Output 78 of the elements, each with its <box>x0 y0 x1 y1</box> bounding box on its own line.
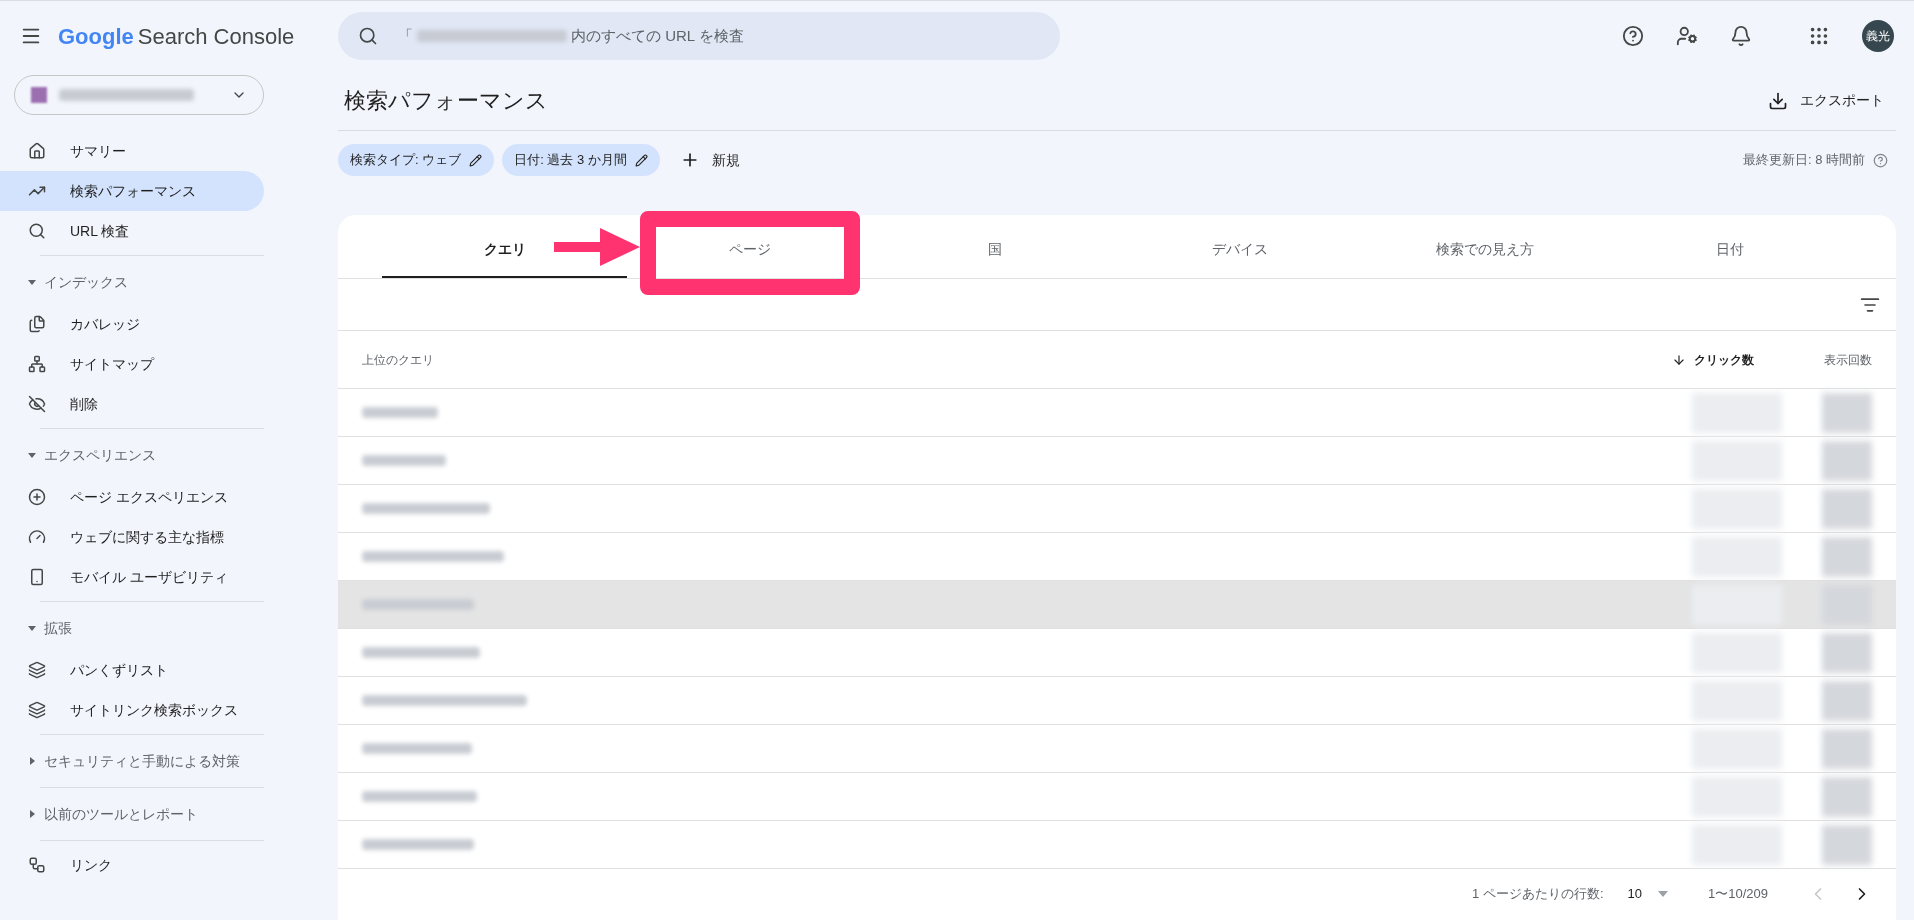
site-favicon <box>31 87 47 103</box>
page-title: 検索パフォーマンス <box>344 87 548 115</box>
nav-icon <box>28 355 46 373</box>
export-button[interactable]: エクスポート <box>1760 90 1892 111</box>
caret-icon <box>28 451 36 459</box>
app-title: Search Console <box>137 22 295 51</box>
filter-chip[interactable]: 検索タイプ: ウェブ <box>338 144 495 176</box>
redacted-value <box>1822 536 1872 577</box>
column-header[interactable]: クリック数 <box>1672 350 1802 369</box>
section-header[interactable]: 以前のツールとレポート <box>0 792 264 836</box>
caret-icon <box>1658 891 1668 897</box>
nav-item[interactable]: モバイル ユーザビリティ <box>0 557 264 597</box>
nav-item[interactable]: ウェブに関する主な指標 <box>0 517 264 557</box>
rows-per-page-select[interactable]: 10 <box>1627 884 1668 904</box>
google-logo-text: Google <box>58 22 134 51</box>
search-prefix: 「 <box>398 25 413 46</box>
apps-icon[interactable] <box>1808 25 1830 47</box>
search-icon <box>358 26 378 46</box>
nav-item[interactable]: ページ エクスペリエンス <box>0 477 264 517</box>
notifications-icon[interactable] <box>1730 25 1752 47</box>
tab[interactable]: デバイス <box>1194 229 1285 269</box>
nav-item[interactable]: サマリー <box>0 131 264 171</box>
table-row[interactable] <box>338 581 1896 629</box>
tab[interactable]: 日付 <box>1684 229 1775 269</box>
new-filter-button[interactable]: 新規 <box>667 149 752 171</box>
section-header[interactable]: 拡張 <box>0 606 264 650</box>
redacted-value <box>1822 824 1872 865</box>
user-settings-icon[interactable] <box>1676 25 1698 47</box>
help-icon[interactable] <box>1622 25 1644 47</box>
redacted-value <box>1822 392 1872 433</box>
search-field[interactable]: 「 内のすべての URL を検査 <box>338 12 1060 60</box>
tab[interactable]: 検索での見え方 <box>1427 229 1542 269</box>
rows-per-page-label: 1 ページあたりの行数: <box>1472 885 1604 904</box>
page-range: 1〜10/209 <box>1708 885 1768 904</box>
nav-icon <box>28 661 46 679</box>
nav-item[interactable]: サイトマップ <box>0 344 264 384</box>
nav-item[interactable]: リンク <box>0 845 264 885</box>
nav-icon <box>28 856 46 874</box>
avatar[interactable]: 義光 <box>1862 20 1894 52</box>
tab[interactable]: クエリ <box>459 229 550 269</box>
redacted-value <box>1822 488 1872 529</box>
sort-arrow-icon <box>1672 352 1686 367</box>
nav-icon <box>28 142 46 160</box>
nav-icon <box>28 315 46 333</box>
nav-item[interactable]: 検索パフォーマンス <box>0 171 264 211</box>
edit-icon <box>469 153 483 167</box>
search-placeholder: 内のすべての URL を検査 <box>571 25 744 46</box>
caret-icon <box>28 757 36 765</box>
tab[interactable]: 国 <box>949 229 1040 269</box>
column-header[interactable]: 表示回数 <box>1802 350 1872 369</box>
redacted-value <box>1822 440 1872 481</box>
nav-icon <box>28 568 46 586</box>
section-header[interactable]: インデックス <box>0 260 264 304</box>
redacted-value <box>1822 680 1872 721</box>
nav-icon <box>28 701 46 719</box>
nav-item[interactable]: 削除 <box>0 384 264 424</box>
nav-item[interactable]: カバレッジ <box>0 304 264 344</box>
column-header[interactable]: 上位のクエリ <box>362 350 1672 369</box>
section-header[interactable]: エクスペリエンス <box>0 433 264 477</box>
nav-icon <box>28 488 46 506</box>
filter-chip[interactable]: 日付: 過去 3 か月間 <box>502 144 660 176</box>
nav-icon <box>28 222 46 240</box>
redacted-value <box>1822 776 1872 817</box>
redacted-value <box>1822 728 1872 769</box>
caret-icon <box>28 278 36 286</box>
nav-item[interactable]: パンくずリスト <box>0 650 264 690</box>
nav-item[interactable]: サイトリンク検索ボックス <box>0 690 264 730</box>
caret-icon <box>28 624 36 632</box>
last-updated-text: 最終更新日: 8 時間前 <box>1742 151 1865 170</box>
download-icon <box>1768 90 1788 111</box>
tab[interactable]: ページ <box>704 229 795 269</box>
nav-icon <box>28 528 46 546</box>
nav-item[interactable]: URL 検査 <box>0 211 264 251</box>
caret-icon <box>28 810 36 818</box>
redacted-value <box>1822 632 1872 673</box>
edit-icon <box>634 153 648 167</box>
section-header[interactable]: セキュリティと手動による対策 <box>0 739 264 783</box>
nav-icon <box>28 395 46 413</box>
